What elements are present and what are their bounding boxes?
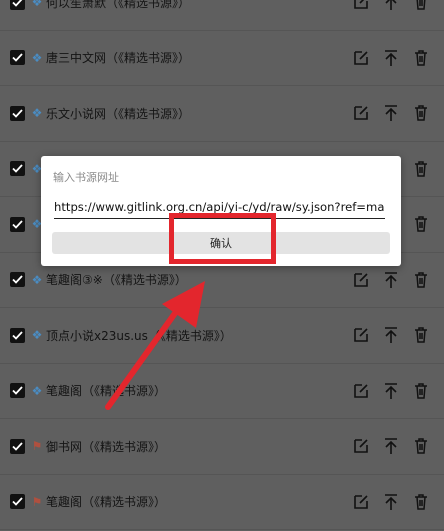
arrow-annotation [105, 281, 205, 410]
